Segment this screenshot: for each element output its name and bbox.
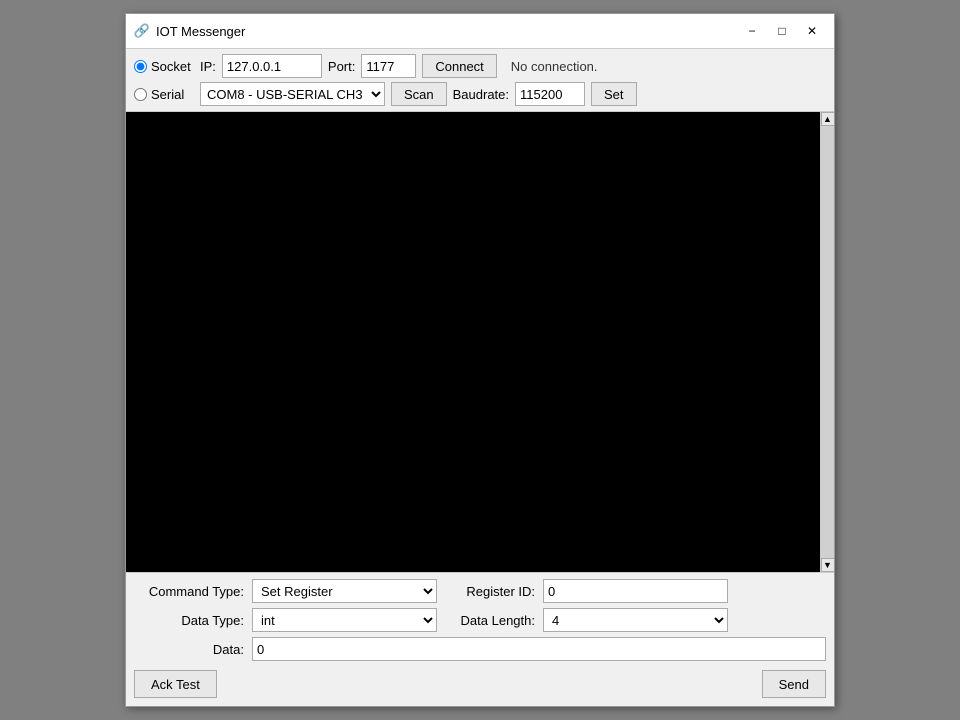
main-window: 🔗 IOT Messenger − □ ✕ Socket IP: Port: C… [125,13,835,707]
port-input[interactable] [361,54,416,78]
data-input[interactable] [252,637,826,661]
set-button[interactable]: Set [591,82,637,106]
toolbar: Socket IP: Port: Connect No connection. … [126,49,834,112]
scroll-up-arrow[interactable]: ▲ [821,112,835,126]
baudrate-input[interactable] [515,82,585,106]
scan-button[interactable]: Scan [391,82,447,106]
command-type-select[interactable]: Set Register Get Register Reset [252,579,437,603]
register-id-input[interactable] [543,579,728,603]
display-area: ▲ ▼ [126,112,834,572]
ip-label: IP: [200,59,216,74]
scroll-down-arrow[interactable]: ▼ [821,558,835,572]
com-port-select[interactable]: COM8 - USB-SERIAL CH3 [200,82,385,106]
app-icon: 🔗 [134,23,150,39]
minimize-button[interactable]: − [738,20,766,42]
ip-input[interactable] [222,54,322,78]
vertical-scrollbar[interactable]: ▲ ▼ [820,112,834,572]
serial-row: Serial COM8 - USB-SERIAL CH3 Scan Baudra… [134,82,826,106]
socket-radio-label[interactable]: Socket [134,59,194,74]
data-length-label: Data Length: [445,613,535,628]
socket-row: Socket IP: Port: Connect No connection. [134,54,826,78]
maximize-button[interactable]: □ [768,20,796,42]
command-type-label: Command Type: [134,584,244,599]
serial-radio[interactable] [134,88,147,101]
serial-radio-label[interactable]: Serial [134,87,194,102]
bottom-panel: Command Type: Set Register Get Register … [126,572,834,706]
title-bar: 🔗 IOT Messenger − □ ✕ [126,14,834,49]
send-button[interactable]: Send [762,670,826,698]
scroll-track[interactable] [821,126,835,558]
data-length-select[interactable]: 1 2 4 8 [543,608,728,632]
data-type-label: Data Type: [134,613,244,628]
window-title: IOT Messenger [156,24,738,39]
data-type-row: Data Type: int float string bool Data Le… [134,608,826,632]
socket-radio[interactable] [134,60,147,73]
data-row: Data: [134,637,826,661]
port-label: Port: [328,59,355,74]
window-controls: − □ ✕ [738,20,826,42]
action-row: Ack Test Send [134,666,826,700]
close-button[interactable]: ✕ [798,20,826,42]
data-type-select[interactable]: int float string bool [252,608,437,632]
register-id-label: Register ID: [445,584,535,599]
ack-test-button[interactable]: Ack Test [134,670,217,698]
connect-button[interactable]: Connect [422,54,496,78]
serial-label: Serial [151,87,184,102]
connection-status: No connection. [511,59,598,74]
data-label: Data: [134,642,244,657]
baudrate-label: Baudrate: [453,87,509,102]
socket-label: Socket [151,59,191,74]
command-row: Command Type: Set Register Get Register … [134,579,826,603]
